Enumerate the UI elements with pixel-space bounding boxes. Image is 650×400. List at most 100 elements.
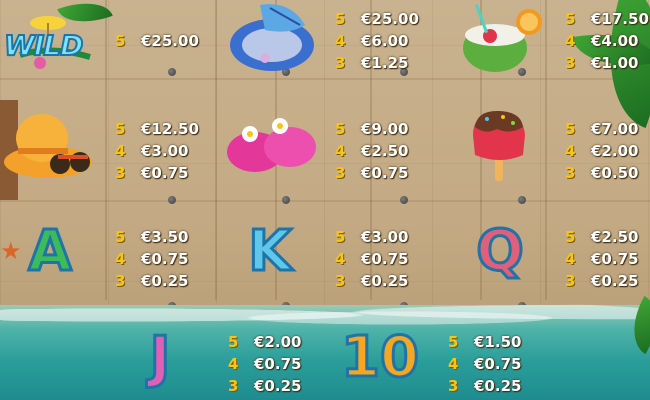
peg: [400, 196, 408, 204]
payout-amount: €1.25: [361, 54, 409, 72]
payout-row: 5 €2.00: [228, 331, 301, 353]
payout-amount: €0.50: [591, 164, 639, 182]
plank-line: [0, 78, 650, 80]
payout-amount: €0.25: [474, 377, 522, 395]
payout-amount: €0.75: [141, 164, 189, 182]
payout-amount: €25.00: [141, 32, 199, 50]
payout-row: 5 €3.50: [115, 226, 188, 248]
letter-q-icon: Q: [475, 219, 526, 284]
paytable-letter-j: 5 €2.00 4 €0.75 3 €0.25: [228, 331, 301, 397]
payout-row: 5 €3.00: [335, 226, 408, 248]
payout-amount: €1.00: [591, 54, 639, 72]
payout-row: 3 €0.75: [335, 162, 408, 184]
payout-amount: €2.00: [591, 142, 639, 160]
payout-amount: €9.00: [361, 120, 409, 138]
payout-count: 3: [565, 272, 576, 290]
payout-amount: €0.75: [474, 355, 522, 373]
payout-amount: €2.00: [254, 333, 302, 351]
payout-row: 4 €0.75: [228, 353, 301, 375]
payout-row: 4 €0.75: [115, 248, 188, 270]
paytable-letter-q: 5 €2.50 4 €0.75 3 €0.25: [565, 226, 638, 292]
payout-row: 4 €0.75: [335, 248, 408, 270]
payout-row: 3 €1.25: [335, 52, 419, 74]
paytable-shell: 5 €25.00 4 €6.00 3 €1.25: [335, 8, 419, 74]
payout-count: 5: [115, 120, 126, 138]
plank-line: [0, 200, 650, 202]
payout-count: 4: [115, 142, 126, 160]
payout-amount: €17.50: [591, 10, 649, 28]
payout-row: 4 €2.00: [565, 140, 638, 162]
payout-row: 5 €1.50: [448, 331, 521, 353]
payout-count: 5: [335, 228, 346, 246]
letter-a-icon: A: [27, 219, 73, 284]
payout-amount: €0.25: [141, 272, 189, 290]
payout-amount: €3.50: [141, 228, 189, 246]
payout-row: 5 €25.00: [115, 30, 199, 52]
paytable-letter-k: 5 €3.00 4 €0.75 3 €0.25: [335, 226, 408, 292]
payout-count: 4: [335, 142, 346, 160]
payout-row: 3 €0.25: [448, 375, 521, 397]
payout-row: 3 €0.25: [335, 270, 408, 292]
payout-amount: €3.00: [141, 142, 189, 160]
payout-row: 4 €4.00: [565, 30, 649, 52]
payout-row: 3 €0.25: [565, 270, 638, 292]
shell-icon: [220, 0, 320, 75]
paytable-coconut-drink: 5 €17.50 4 €4.00 3 €1.00: [565, 8, 649, 74]
paytable-number-10: 5 €1.50 4 €0.75 3 €0.25: [448, 331, 521, 397]
letter-k-icon: K: [247, 219, 293, 284]
payout-row: 4 €2.50: [335, 140, 408, 162]
letter-j-icon: J: [148, 325, 172, 390]
payout-amount: €0.75: [361, 164, 409, 182]
payout-count: 5: [565, 120, 576, 138]
payout-count: 5: [335, 10, 346, 28]
payout-row: 5 €2.50: [565, 226, 638, 248]
paytable-letter-a: 5 €3.50 4 €0.75 3 €0.25: [115, 226, 188, 292]
payout-amount: €0.75: [591, 250, 639, 268]
payout-row: 4 €0.75: [448, 353, 521, 375]
sea-foam: [0, 300, 650, 330]
payout-count: 4: [565, 250, 576, 268]
payout-count: 3: [335, 54, 346, 72]
payout-count: 5: [565, 10, 576, 28]
payout-amount: €4.00: [591, 32, 639, 50]
number-10-icon: 10: [340, 325, 421, 390]
paytable-wild: 5 €25.00: [115, 30, 199, 52]
payout-amount: €0.75: [141, 250, 189, 268]
payout-row: 3 €0.75: [115, 162, 199, 184]
paytable-sun-hat: 5 €12.50 4 €3.00 3 €0.75: [115, 118, 199, 184]
coconut-drink-icon: [455, 0, 550, 75]
payout-count: 3: [115, 272, 126, 290]
flip-flops-icon: [220, 112, 320, 182]
payout-row: 3 €0.25: [115, 270, 188, 292]
peg: [168, 68, 176, 76]
payout-amount: €0.75: [254, 355, 302, 373]
payout-row: 4 €3.00: [115, 140, 199, 162]
payout-count: 5: [565, 228, 576, 246]
payout-row: 5 €17.50: [565, 8, 649, 30]
wild-icon: WILD: [0, 15, 110, 70]
paytable-flip-flops: 5 €9.00 4 €2.50 3 €0.75: [335, 118, 408, 184]
payout-row: 5 €25.00: [335, 8, 419, 30]
payout-row: 4 €6.00: [335, 30, 419, 52]
payout-count: 4: [115, 250, 126, 268]
payout-amount: €0.25: [591, 272, 639, 290]
paytable-ice-cream: 5 €7.00 4 €2.00 3 €0.50: [565, 118, 638, 184]
peg: [518, 196, 526, 204]
payout-row: 5 €7.00: [565, 118, 638, 140]
payout-count: 3: [335, 272, 346, 290]
payout-row: 5 €12.50: [115, 118, 199, 140]
payout-amount: €25.00: [361, 10, 419, 28]
sun-hat-icon: [0, 100, 100, 200]
payout-row: 3 €1.00: [565, 52, 649, 74]
payout-row: 3 €0.50: [565, 162, 638, 184]
ice-cream-icon: [465, 105, 535, 185]
payout-count: 4: [335, 250, 346, 268]
payout-count: 4: [565, 32, 576, 50]
payout-count: 5: [335, 120, 346, 138]
payout-amount: €2.50: [361, 142, 409, 160]
payout-count: 3: [448, 377, 459, 395]
payout-amount: €3.00: [361, 228, 409, 246]
paytable-screen: ★ WILD 5 €25.00 5 €25.00 4 €6.00 3 €1.25…: [0, 0, 650, 400]
payout-amount: €1.50: [474, 333, 522, 351]
payout-count: 4: [448, 355, 459, 373]
